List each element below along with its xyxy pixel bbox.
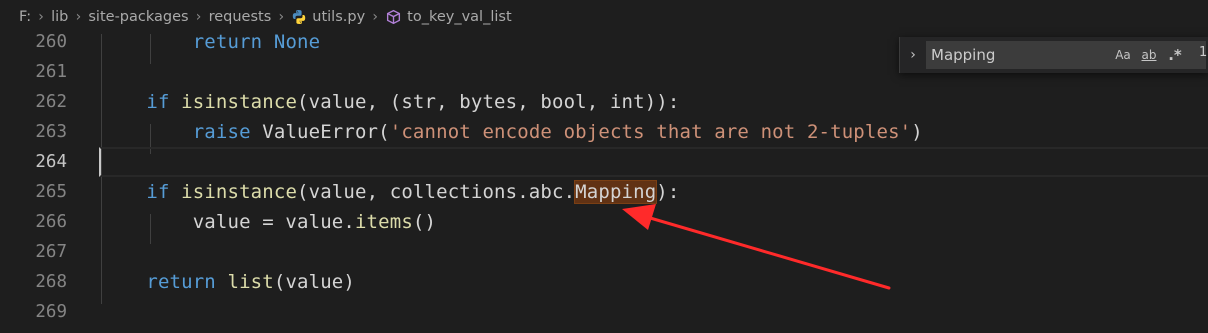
breadcrumb-item-requests[interactable]: requests (209, 9, 272, 25)
line-number: 263 (35, 122, 67, 142)
code-line: 262 if isinstance(value, (str, bytes, bo… (0, 87, 1208, 117)
line-number: 262 (35, 92, 67, 112)
breadcrumb-item-file[interactable]: utils.py (291, 9, 365, 25)
chevron-right-icon[interactable]: › (904, 44, 922, 66)
chevron-right-icon: › (195, 9, 202, 25)
breadcrumb-label: utils.py (312, 9, 366, 25)
breadcrumb-label: F: (19, 9, 32, 25)
code-line: 269 (0, 297, 1208, 327)
breadcrumb-label: site-packages (88, 9, 189, 25)
chevron-right-icon: › (75, 9, 82, 25)
chevron-right-icon: › (38, 9, 44, 25)
code-text: raise ValueError('cannot encode objects … (192, 121, 923, 143)
code-line: 263 raise ValueError('cannot encode obje… (0, 117, 1208, 147)
whole-word-toggle[interactable]: ab (1138, 45, 1160, 65)
breadcrumb-item-lib[interactable]: lib (51, 9, 68, 25)
line-number: 264 (35, 152, 67, 172)
breadcrumb-item-drive[interactable]: F: (19, 9, 31, 25)
code-line: 265 if isinstance(value, collections.abc… (0, 177, 1208, 207)
line-number: 260 (35, 32, 67, 52)
python-file-icon (291, 9, 307, 25)
chevron-right-icon: › (372, 9, 378, 25)
code-text: return None (192, 31, 321, 53)
find-widget: › Aa ab .* 1 (899, 37, 1208, 73)
chevron-right-icon: › (278, 9, 285, 25)
match-count: 1 (1199, 45, 1208, 60)
line-number: 268 (35, 272, 67, 292)
line-number: 265 (35, 182, 67, 202)
code-editor[interactable]: 260 return None 261 262 if isinstance(va… (0, 31, 1208, 333)
breadcrumb-item-symbol[interactable]: to_key_val_list (385, 9, 512, 26)
code-text: if isinstance(value, collections.abc.Map… (146, 180, 680, 204)
method-symbol-icon (385, 9, 402, 26)
line-number: 261 (35, 62, 67, 82)
code-line: 266 value = value.items() (0, 207, 1208, 237)
code-line: 268 return list(value) (0, 267, 1208, 297)
line-number: 269 (35, 302, 67, 322)
find-match-highlight: Mapping (574, 180, 658, 204)
code-text: if isinstance(value, (str, bytes, bool, … (146, 91, 680, 113)
match-case-toggle[interactable]: Aa (1113, 45, 1133, 65)
breadcrumb-label: lib (51, 9, 69, 25)
code-text: return list(value) (146, 271, 355, 293)
line-number: 266 (35, 212, 67, 232)
code-line: 267 (0, 237, 1208, 267)
breadcrumb-item-site-packages[interactable]: site-packages (88, 9, 188, 25)
regex-toggle[interactable]: .* (1164, 45, 1186, 65)
line-number: 267 (35, 242, 67, 262)
code-text: value = value.items() (100, 211, 437, 233)
code-line: 264 (0, 147, 1208, 177)
breadcrumb-label: requests (208, 9, 272, 25)
breadcrumb-label: to_key_val_list (407, 9, 512, 25)
